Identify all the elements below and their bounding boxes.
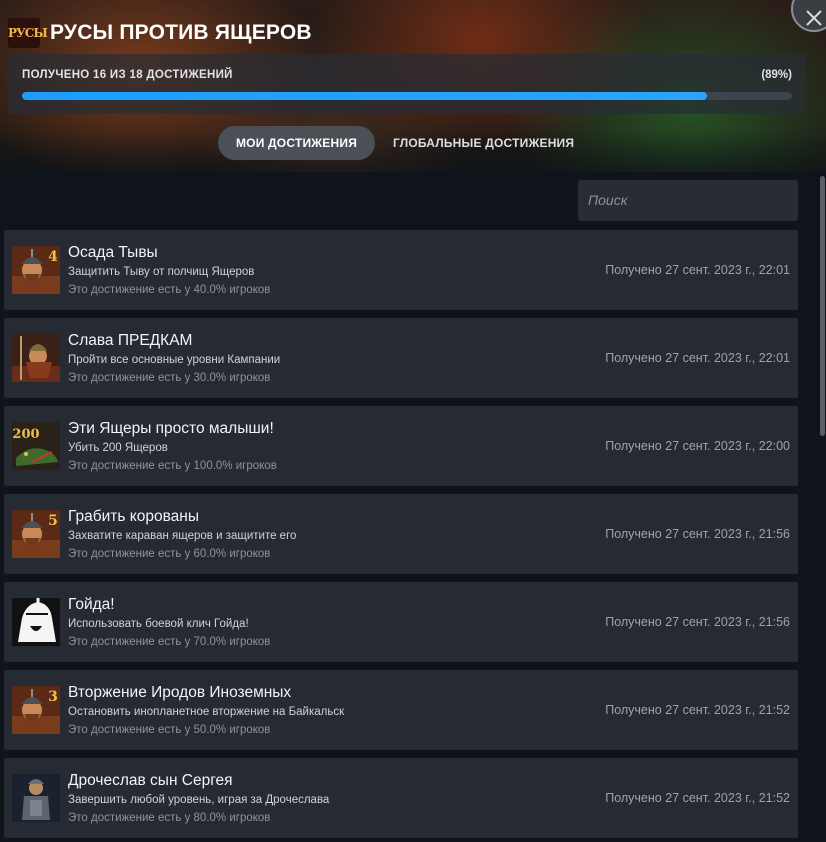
achievement-card[interactable]: 3 Вторжение Иродов Иноземных Остановить ин… xyxy=(4,670,798,750)
progress-bar xyxy=(22,92,792,100)
achievement-description: Защитить Тыву от полчищ Ящеров xyxy=(68,266,255,278)
game-logo: РУСЫ xyxy=(8,18,48,48)
armored-warrior-icon xyxy=(12,774,60,822)
achievement-rarity: Это достижение есть у 80.0% игроков xyxy=(68,812,271,824)
achievement-rarity: Это достижение есть у 60.0% игроков xyxy=(68,548,271,560)
progress-panel: ПОЛУЧЕНО 16 ИЗ 18 ДОСТИЖЕНИЙ (89%) xyxy=(8,54,806,114)
game-title: РУСЫ ПРОТИВ ЯЩЕРОВ xyxy=(50,21,312,44)
svg-text:4: 4 xyxy=(48,249,58,265)
svg-text:5: 5 xyxy=(48,513,58,529)
achievement-description: Использовать боевой клич Гойда! xyxy=(68,618,249,630)
achievement-card[interactable]: Дрочеслав сын Сергея Завершить любой уров… xyxy=(4,758,798,838)
scrollbar[interactable] xyxy=(820,176,825,436)
warrior-badge-icon: 3 xyxy=(12,686,60,734)
achievement-rarity: Это достижение есть у 50.0% игроков xyxy=(68,724,271,736)
achievement-description: Завершить любой уровень, играя за Дрочес… xyxy=(68,794,330,806)
achievement-card[interactable]: Слава ПРЕДКАМ Пройти все основные уровни … xyxy=(4,318,798,398)
achievement-description: Пройти все основные уровни Кампании xyxy=(68,354,281,366)
tab-my-achievements[interactable]: МОИ ДОСТИЖЕНИЯ xyxy=(218,126,375,160)
achievement-unlock-date: Получено 27 сент. 2023 г., 21:52 xyxy=(605,703,790,717)
warrior-spear-icon xyxy=(12,334,60,382)
progress-label: ПОЛУЧЕНО 16 ИЗ 18 ДОСТИЖЕНИЙ xyxy=(22,69,233,81)
tab-global-achievements[interactable]: ГЛОБАЛЬНЫЕ ДОСТИЖЕНИЯ xyxy=(393,126,574,160)
achievement-rarity: Это достижение есть у 30.0% игроков xyxy=(68,372,271,384)
svg-text:3: 3 xyxy=(48,689,58,705)
achievement-unlock-date: Получено 27 сент. 2023 г., 22:01 xyxy=(605,263,790,277)
svg-text:200: 200 xyxy=(12,427,39,442)
achievement-title: Грабить корованы xyxy=(68,508,199,525)
achievement-unlock-date: Получено 27 сент. 2023 г., 21:52 xyxy=(605,791,790,805)
search-input[interactable]: Поиск xyxy=(578,180,798,221)
progress-fill xyxy=(22,92,708,100)
achievement-unlock-date: Получено 27 сент. 2023 г., 22:00 xyxy=(605,439,790,453)
lizard-icon: 200 xyxy=(12,422,60,470)
warrior-badge-icon: 5 xyxy=(12,510,60,558)
achievement-description: Убить 200 Ящеров xyxy=(68,442,168,454)
achievement-card[interactable]: Гойда! Использовать боевой клич Гойда! Это… xyxy=(4,582,798,662)
achievement-title: Вторжение Иродов Иноземных xyxy=(68,684,292,701)
shouting-warrior-icon xyxy=(12,598,60,646)
achievement-unlock-date: Получено 27 сент. 2023 г., 21:56 xyxy=(605,527,790,541)
achievement-rarity: Это достижение есть у 100.0% игроков xyxy=(68,460,277,472)
achievement-title: Эти Ящеры просто малыши! xyxy=(68,420,274,437)
achievement-title: Осада Тывы xyxy=(68,244,158,261)
progress-percent: (89%) xyxy=(761,69,792,81)
achievement-card[interactable]: 200 Эти Ящеры просто малыши! Убить 200 Яще… xyxy=(4,406,798,486)
achievement-description: Захватите караван ящеров и защитите его xyxy=(68,530,297,542)
achievement-title: Гойда! xyxy=(68,596,115,613)
achievement-card[interactable]: 4 Осада Тывы Защитить Тыву от полчищ Ящеро… xyxy=(4,230,798,310)
achievement-rarity: Это достижение есть у 70.0% игроков xyxy=(68,636,271,648)
warrior-badge-icon: 4 xyxy=(12,246,60,294)
achievement-rarity: Это достижение есть у 40.0% игроков xyxy=(68,284,271,296)
achievement-title: Дрочеслав сын Сергея xyxy=(68,772,233,789)
achievement-title: Слава ПРЕДКАМ xyxy=(68,332,193,349)
achievement-description: Остановить инопланетное вторжение на Бай… xyxy=(68,706,345,718)
close-icon xyxy=(806,10,822,26)
achievement-card[interactable]: 5 Грабить корованы Захватите караван ящеро… xyxy=(4,494,798,574)
achievement-unlock-date: Получено 27 сент. 2023 г., 22:01 xyxy=(605,351,790,365)
achievement-unlock-date: Получено 27 сент. 2023 г., 21:56 xyxy=(605,615,790,629)
